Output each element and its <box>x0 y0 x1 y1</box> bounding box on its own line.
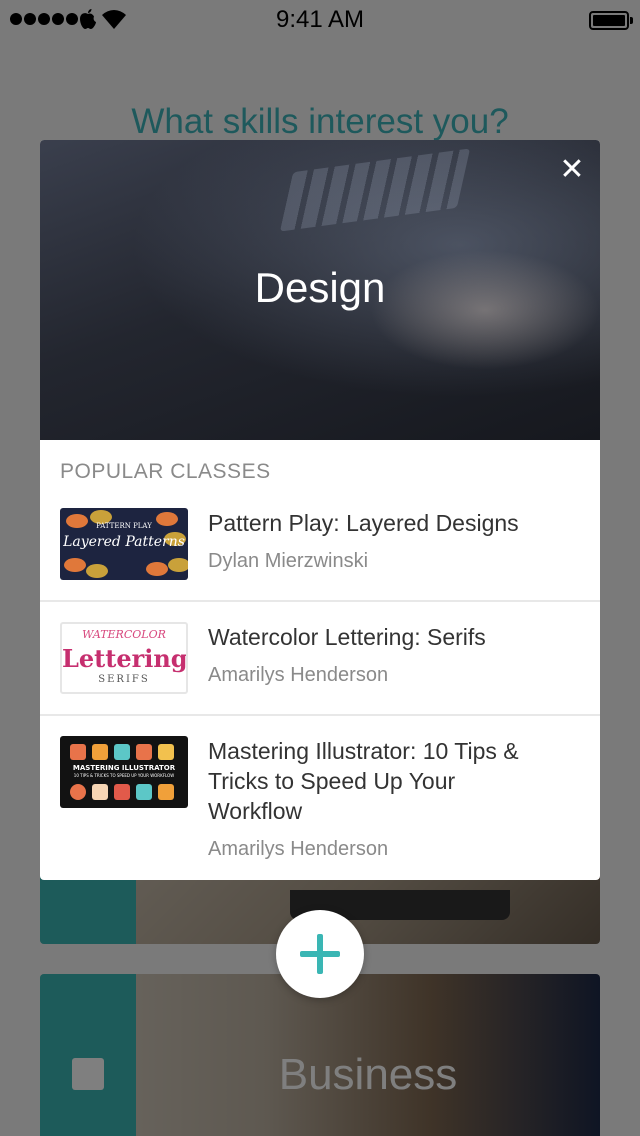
close-icon[interactable]: ✕ <box>554 152 590 188</box>
class-title-line-2: Tricks to Speed Up Your <box>208 768 456 794</box>
category-modal: Design ✕ POPULAR CLASSES PATTERN PLAY La… <box>40 140 600 880</box>
keyboard-graphic <box>279 148 471 232</box>
class-author: Amarilys Henderson <box>208 838 389 860</box>
class-title: Watercolor Lettering: Serifs <box>208 624 486 650</box>
class-title-line-3: Workflow <box>208 798 303 824</box>
section-header: POPULAR CLASSES <box>60 460 271 483</box>
thumb-line-2: Lettering <box>62 644 188 673</box>
thumb-line-1: WATERCOLOR <box>82 628 166 641</box>
status-bar: 9:41 AM <box>0 0 640 40</box>
class-thumbnail: PATTERN PLAY Layered Patterns <box>60 508 188 580</box>
category-title: Design <box>254 264 386 311</box>
divider <box>40 600 600 602</box>
thumb-line-3: SERIFS <box>98 674 150 685</box>
class-author: Dylan Mierzwinski <box>208 550 369 572</box>
status-time: 9:41 AM <box>275 6 365 33</box>
thumb-line-1: MASTERING ILLUSTRATOR <box>72 764 176 772</box>
divider <box>40 714 600 716</box>
thumb-line-2: Layered Patterns <box>63 534 185 550</box>
thumb-line-1: PATTERN PLAY <box>96 522 152 530</box>
class-thumbnail: MASTERING ILLUSTRATOR 10 TIPS & TRICKS T… <box>60 736 188 808</box>
class-title: Pattern Play: Layered Designs <box>208 510 519 536</box>
battery-icon <box>589 11 629 30</box>
thumb-line-2: 10 TIPS & TRICKS TO SPEED UP YOUR WORKFL… <box>73 773 175 778</box>
add-button[interactable] <box>276 910 364 998</box>
class-title-line-1: Mastering Illustrator: 10 Tips & <box>208 738 519 764</box>
class-author: Amarilys Henderson <box>208 664 389 686</box>
battery-tip <box>630 17 633 24</box>
class-thumbnail: WATERCOLOR Lettering SERIFS <box>60 622 188 694</box>
hero-image: Design ✕ <box>40 140 600 440</box>
